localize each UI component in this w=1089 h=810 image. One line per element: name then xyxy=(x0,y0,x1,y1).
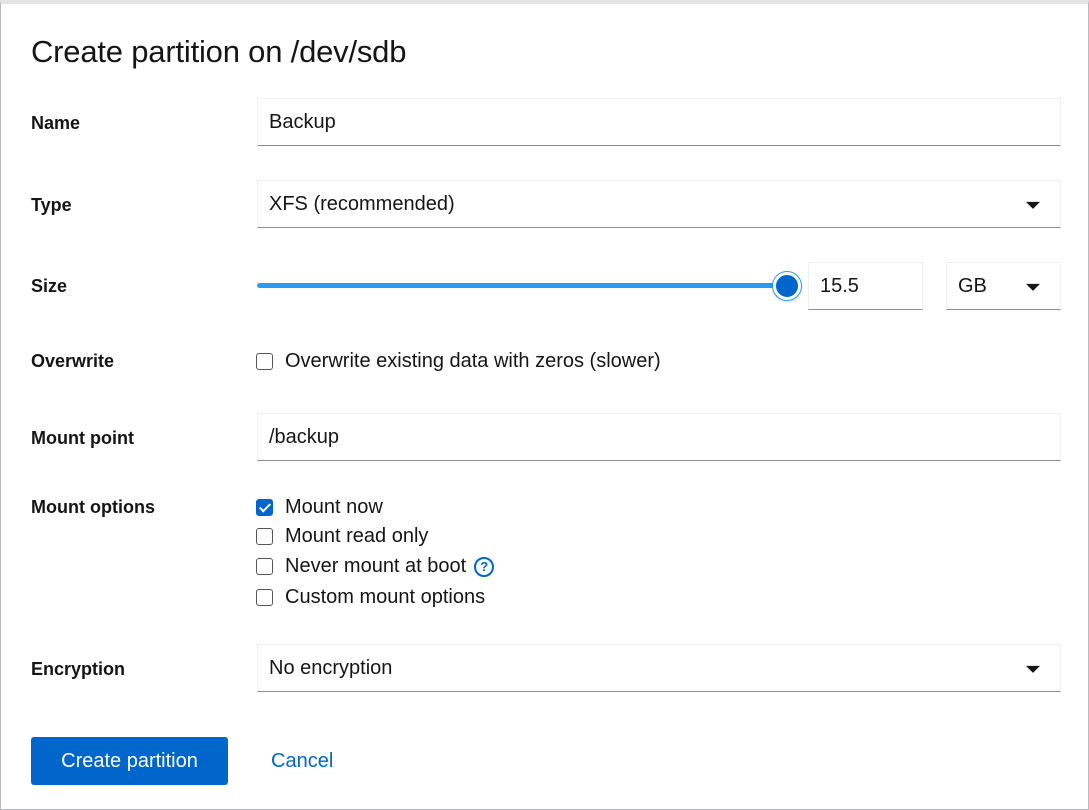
encryption-select[interactable]: No encryption xyxy=(257,644,1061,692)
mount-option-custom[interactable]: Custom mount options xyxy=(256,586,485,609)
mount-read-only-checkbox[interactable] xyxy=(256,528,273,545)
encryption-select-value: No encryption xyxy=(269,656,393,679)
size-slider-fill xyxy=(257,283,787,288)
create-partition-dialog: Create partition on /dev/sdb Name Type X… xyxy=(0,0,1089,810)
mount-now-checkbox[interactable] xyxy=(256,499,273,516)
overwrite-label: Overwrite xyxy=(31,351,115,371)
cancel-button[interactable]: Cancel xyxy=(271,737,333,785)
size-unit-select[interactable]: GB xyxy=(946,262,1061,310)
name-label: Name xyxy=(31,113,81,133)
encryption-label: Encryption xyxy=(31,659,126,679)
name-input[interactable] xyxy=(257,98,1061,146)
caret-down-icon xyxy=(1026,283,1040,291)
caret-down-icon xyxy=(1026,665,1040,673)
overwrite-checkbox[interactable] xyxy=(256,353,273,370)
create-partition-button[interactable]: Create partition xyxy=(31,737,228,785)
custom-mount-options-checkbox[interactable] xyxy=(256,589,273,606)
size-unit-value: GB xyxy=(958,274,987,297)
size-label: Size xyxy=(31,276,68,296)
type-select-value: XFS (recommended) xyxy=(269,192,455,215)
size-input[interactable] xyxy=(808,262,923,310)
mount-option-never-at-boot[interactable]: Never mount at boot ? xyxy=(256,555,495,578)
caret-down-icon xyxy=(1026,201,1040,209)
mount-option-label: Mount now xyxy=(285,496,383,518)
mount-option-label: Never mount at boot xyxy=(285,555,467,577)
mount-options-label: Mount options xyxy=(31,497,155,517)
type-label: Type xyxy=(31,195,72,215)
overwrite-option-label: Overwrite existing data with zeros (slow… xyxy=(285,350,661,372)
mount-option-label: Mount read only xyxy=(285,525,429,547)
mount-point-input[interactable] xyxy=(257,413,1061,461)
mount-point-label: Mount point xyxy=(31,428,134,448)
never-mount-at-boot-checkbox[interactable] xyxy=(256,558,273,575)
mount-option-label: Custom mount options xyxy=(285,586,486,608)
question-circle-icon[interactable]: ? xyxy=(474,556,495,577)
size-slider-thumb[interactable] xyxy=(773,272,801,300)
overwrite-option[interactable]: Overwrite existing data with zeros (slow… xyxy=(256,350,661,373)
size-slider[interactable] xyxy=(257,272,801,300)
dialog-title: Create partition on /dev/sdb xyxy=(31,34,407,69)
mount-option-read-only[interactable]: Mount read only xyxy=(256,525,428,548)
type-select[interactable]: XFS (recommended) xyxy=(257,180,1061,228)
mount-option-mount-now[interactable]: Mount now xyxy=(256,496,383,519)
